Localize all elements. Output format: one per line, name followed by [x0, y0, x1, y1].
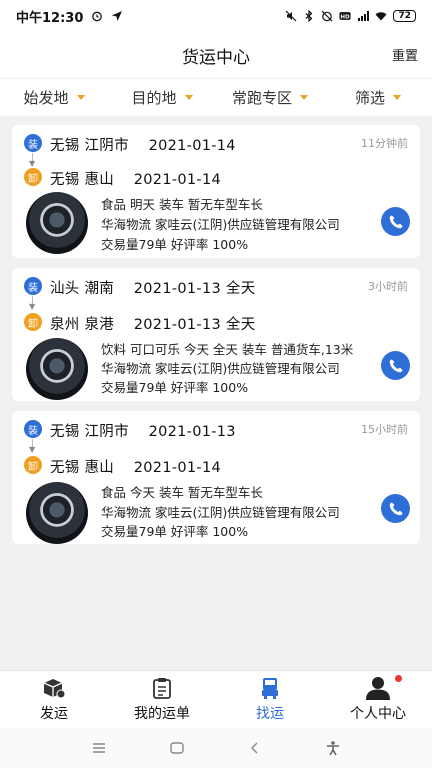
- phone-icon: [389, 359, 402, 372]
- company-info: 华海物流 家哇云(江阴)供应链管理有限公司: [101, 217, 340, 232]
- call-button[interactable]: [381, 494, 410, 523]
- app-header: 货运中心 重置: [0, 32, 432, 78]
- route-destination: 无锡 惠山 2021-01-14: [50, 168, 221, 189]
- tab-find-cargo[interactable]: 找运: [216, 671, 324, 728]
- wifi-icon: [375, 12, 387, 21]
- call-button[interactable]: [381, 351, 410, 380]
- unload-badge: 卸: [24, 313, 42, 331]
- avatar: [26, 482, 88, 544]
- tab-ship[interactable]: 发运: [0, 671, 108, 728]
- mute-icon: [286, 10, 297, 22]
- person-icon: [366, 677, 390, 700]
- company-info: 华海物流 家哇云(江阴)供应链管理有限公司: [101, 361, 340, 376]
- package-icon: [43, 679, 66, 699]
- system-nav-bar: [0, 728, 432, 768]
- avatar: [26, 338, 88, 400]
- route-origin: 汕头 潮南 2021-01-13 全天: [50, 277, 256, 298]
- route-destination: 泉州 泉港 2021-01-13 全天: [50, 313, 256, 334]
- filter-screen-label: 筛选: [354, 89, 385, 107]
- unload-badge: 卸: [24, 168, 42, 186]
- filter-frequent-label: 常跑专区: [231, 89, 292, 107]
- company-info: 华海物流 家哇云(江阴)供应链管理有限公司: [101, 505, 340, 520]
- trade-stats: 交易量79单 好评率 100%: [101, 380, 249, 395]
- tab-profile-label: 个人中心: [350, 706, 406, 722]
- shipment-card[interactable]: 装 ▼ 卸 无锡 江阴市 2021-01-14 11分钟前 无锡 惠山 2021…: [12, 125, 420, 258]
- bluetooth-icon: [306, 10, 313, 22]
- filter-origin-label: 始发地: [23, 89, 69, 107]
- caret-down-icon: [300, 95, 308, 100]
- status-bar: 中午12:30 HD 72: [0, 0, 432, 32]
- filter-bar: 始发地 目的地 常跑专区 筛选: [0, 78, 432, 116]
- origin-place: 无锡 江阴市: [50, 138, 129, 154]
- signal-icon: [358, 11, 370, 21]
- tab-ship-label: 发运: [40, 706, 68, 722]
- unload-badge: 卸: [24, 456, 42, 474]
- caret-down-icon: [76, 95, 85, 100]
- origin-place: 汕头 潮南: [50, 281, 115, 297]
- back-icon[interactable]: [247, 741, 263, 755]
- filter-destination-label: 目的地: [131, 89, 177, 107]
- page-title: 货运中心: [182, 47, 250, 68]
- origin-date: 2021-01-13 全天: [133, 281, 256, 297]
- location-arrow-icon: [112, 11, 123, 21]
- load-badge: 装: [24, 420, 42, 438]
- phone-icon: [389, 215, 402, 228]
- accessibility-icon[interactable]: [325, 740, 341, 756]
- tab-profile[interactable]: 个人中心: [324, 671, 432, 728]
- alarm-off-icon: [322, 10, 333, 22]
- tab-find-cargo-label: 找运: [256, 706, 284, 722]
- arrow-down-icon: ▼: [29, 302, 36, 311]
- caret-down-icon: [393, 95, 401, 100]
- posted-time: 3小时前: [368, 280, 408, 293]
- origin-place: 无锡 江阴市: [50, 424, 129, 440]
- notification-dot: [395, 675, 402, 682]
- shipment-card[interactable]: 装 ▼ 卸 汕头 潮南 2021-01-13 全天 3小时前 泉州 泉港 202…: [12, 268, 420, 401]
- reset-button[interactable]: 重置: [392, 45, 418, 64]
- route-origin: 无锡 江阴市 2021-01-14: [50, 134, 236, 155]
- avatar: [26, 192, 88, 254]
- origin-date: 2021-01-14: [148, 138, 236, 154]
- destination-place: 无锡 惠山: [50, 460, 115, 476]
- truck-icon: [262, 678, 278, 699]
- route-origin: 无锡 江阴市 2021-01-13: [50, 420, 236, 441]
- destination-date: 2021-01-13 全天: [133, 317, 256, 333]
- destination-date: 2021-01-14: [133, 172, 222, 188]
- trade-stats: 交易量79单 好评率 100%: [101, 524, 249, 539]
- clipboard-icon: [153, 678, 171, 699]
- filter-frequent-routes[interactable]: 常跑专区: [216, 87, 324, 108]
- filter-destination[interactable]: 目的地: [108, 87, 216, 108]
- home-icon[interactable]: [169, 741, 185, 755]
- destination-place: 无锡 惠山: [50, 172, 115, 188]
- route-destination: 无锡 惠山 2021-01-14: [50, 456, 221, 477]
- filter-screen[interactable]: 筛选: [324, 87, 432, 108]
- svg-text:HD: HD: [341, 14, 351, 20]
- goods-info: 饮料 可口可乐 今天 全天 装车 普通货车,13米: [101, 342, 354, 357]
- menu-icon[interactable]: [91, 741, 107, 755]
- status-time: 中午12:30: [16, 10, 84, 26]
- call-button[interactable]: [381, 207, 410, 236]
- destination-place: 泉州 泉港: [50, 317, 115, 333]
- posted-time: 15小时前: [361, 423, 408, 436]
- goods-info: 食品 明天 装车 暂无车型车长: [101, 197, 263, 212]
- load-badge: 装: [24, 134, 42, 152]
- shipment-card[interactable]: 装 ▼ 卸 无锡 江阴市 2021-01-13 15小时前 无锡 惠山 2021…: [12, 411, 420, 544]
- hd-icon: HD: [339, 12, 352, 20]
- goods-info: 食品 今天 装车 暂无车型车长: [101, 485, 263, 500]
- destination-date: 2021-01-14: [133, 460, 222, 476]
- origin-date: 2021-01-13: [148, 424, 236, 440]
- tab-my-waybills-label: 我的运单: [134, 706, 190, 722]
- arrow-down-icon: ▼: [29, 159, 36, 168]
- load-badge: 装: [24, 277, 42, 295]
- bottom-tab-bar: 发运 我的运单 找运 个人中心: [0, 670, 432, 728]
- trade-stats: 交易量79单 好评率 100%: [101, 237, 249, 252]
- phone-icon: [389, 502, 402, 515]
- caret-down-icon: [184, 95, 193, 100]
- battery-icon: 72: [393, 10, 416, 22]
- posted-time: 11分钟前: [361, 137, 408, 150]
- tab-my-waybills[interactable]: 我的运单: [108, 671, 216, 728]
- filter-origin[interactable]: 始发地: [0, 87, 108, 108]
- arrow-down-icon: ▼: [29, 445, 36, 454]
- alarm-icon: [92, 11, 103, 22]
